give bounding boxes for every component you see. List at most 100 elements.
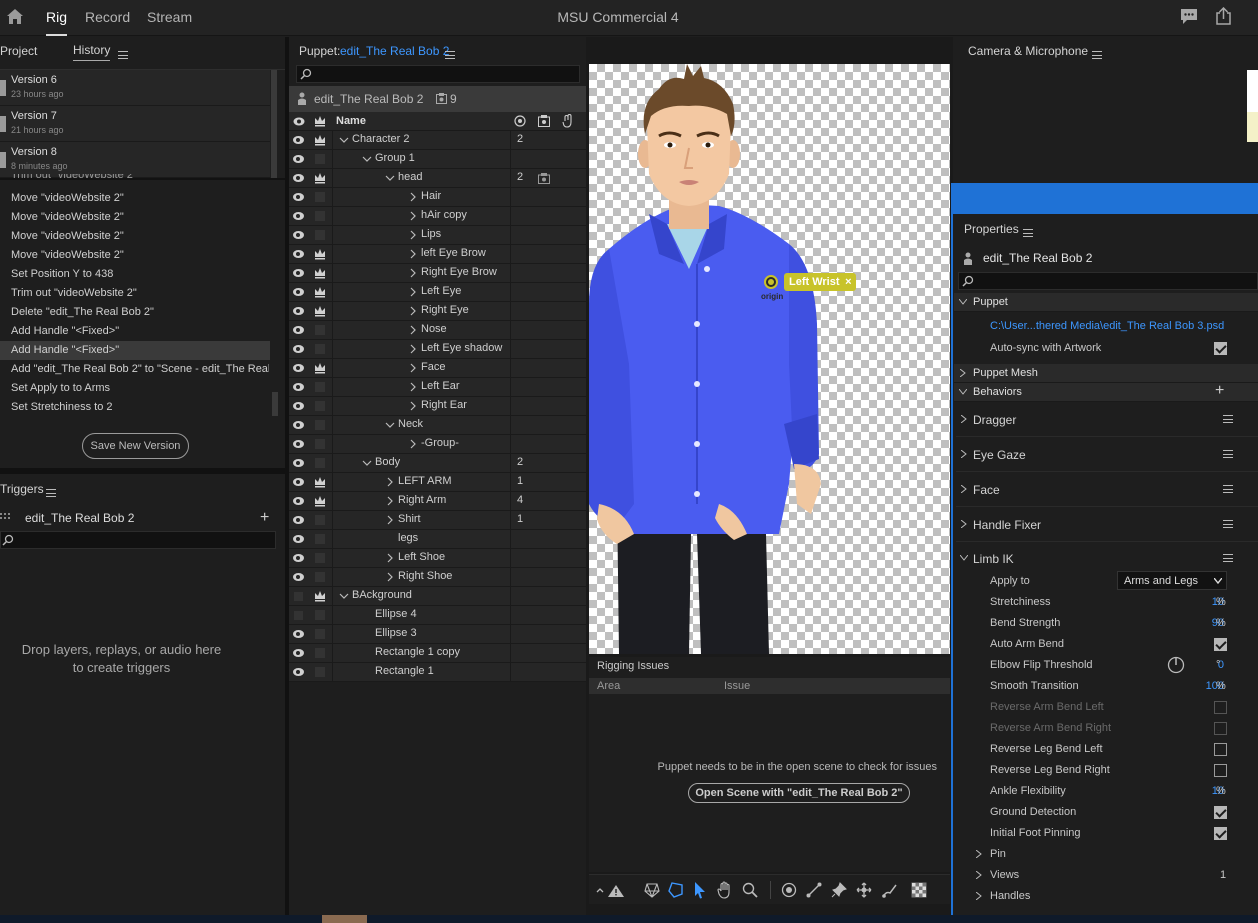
history-item[interactable]: Move "videoWebsite 2" — [11, 208, 269, 227]
chevron-down-icon[interactable] — [384, 172, 396, 184]
visibility-eye-icon[interactable] — [293, 668, 304, 676]
save-new-version-button[interactable]: Save New Version — [82, 433, 189, 459]
pin-tool-icon[interactable] — [831, 882, 847, 898]
splitter[interactable] — [0, 468, 285, 474]
chevron-down-icon[interactable] — [338, 590, 350, 602]
version-item[interactable]: Version 7 21 hours ago — [0, 106, 270, 142]
open-scene-button[interactable]: Open Scene with "edit_The Real Bob 2" — [688, 783, 910, 803]
tab-record[interactable]: Record — [85, 0, 130, 36]
crown-icon[interactable] — [314, 305, 326, 317]
history-item[interactable]: Set Apply to to Arms — [11, 379, 269, 398]
views-row[interactable]: Views 1 — [956, 865, 1258, 886]
chevron-down-icon[interactable] — [338, 134, 350, 146]
visibility-eye-icon[interactable] — [293, 497, 304, 505]
visibility-eye-icon[interactable] — [293, 155, 304, 163]
history-item-partial[interactable]: Trim out "videoWebsite 2" — [11, 174, 269, 186]
chevron-down-icon[interactable] — [361, 153, 373, 165]
left-wrist-handle-tag[interactable]: Left Wrist × — [784, 273, 856, 291]
layer-row[interactable]: Group 1 — [289, 150, 586, 169]
independent-icon[interactable] — [538, 173, 550, 184]
visibility-eye-icon[interactable] — [293, 554, 304, 562]
history-item[interactable]: Delete "edit_The Real Bob 2" — [11, 303, 269, 322]
layer-row[interactable]: Left Eye — [289, 283, 586, 302]
crown-toggle-empty[interactable] — [315, 572, 325, 582]
puppet-canvas[interactable]: origin Left Wrist × — [589, 64, 950, 654]
chevron-right-icon[interactable] — [407, 400, 419, 412]
layer-row[interactable]: Right Arm 4 — [289, 492, 586, 511]
chevron-right-icon[interactable] — [407, 343, 419, 355]
chevron-right-icon[interactable] — [384, 476, 396, 488]
crown-toggle-empty[interactable] — [315, 211, 325, 221]
section-behaviors[interactable]: Behaviors + — [954, 382, 1258, 402]
mesh-tool-icon[interactable] — [644, 882, 660, 898]
visibility-eye-icon[interactable] — [293, 402, 304, 410]
layer-row[interactable]: Right Shoe — [289, 568, 586, 587]
chevron-right-icon[interactable] — [407, 191, 419, 203]
behavior-menu-icon[interactable] — [1223, 520, 1233, 528]
behavior-item[interactable]: Handle Fixer — [956, 507, 1258, 542]
chevron-right-icon[interactable] — [384, 495, 396, 507]
history-item[interactable]: Move "videoWebsite 2" — [11, 227, 269, 246]
camera-menu-icon[interactable] — [1092, 50, 1102, 59]
layer-row[interactable]: Right Eye Brow — [289, 264, 586, 283]
layer-row[interactable]: Face — [289, 359, 586, 378]
crown-toggle-empty[interactable] — [315, 382, 325, 392]
crown-icon[interactable] — [314, 590, 326, 602]
crown-icon[interactable] — [314, 362, 326, 374]
visibility-off-box[interactable] — [294, 592, 303, 601]
visibility-eye-icon[interactable] — [293, 364, 304, 372]
visibility-eye-icon[interactable] — [293, 288, 304, 296]
warning-icon[interactable] — [596, 884, 626, 898]
feedback-icon[interactable] — [1180, 8, 1198, 25]
visibility-eye-icon[interactable] — [293, 269, 304, 277]
visibility-eye-icon[interactable] — [293, 250, 304, 258]
behavior-item[interactable]: Face — [956, 472, 1258, 507]
visibility-eye-icon[interactable] — [293, 535, 304, 543]
crown-toggle-empty[interactable] — [315, 325, 325, 335]
handles-row[interactable]: Handles — [956, 886, 1258, 907]
auto-arm-bend-checkbox[interactable] — [1214, 638, 1227, 651]
visibility-eye-icon[interactable] — [293, 345, 304, 353]
puppet-name-link[interactable]: edit_The Real Bob 2 — [340, 44, 449, 58]
crown-icon[interactable] — [314, 476, 326, 488]
history-item[interactable]: Move "videoWebsite 2" — [11, 189, 269, 208]
add-behavior-icon[interactable]: + — [1215, 382, 1224, 400]
crown-toggle-empty[interactable] — [315, 648, 325, 658]
pin-row[interactable]: Pin — [956, 844, 1258, 865]
origin-tool-icon[interactable] — [781, 882, 797, 898]
home-icon[interactable] — [6, 8, 24, 25]
visibility-eye-icon[interactable] — [293, 136, 304, 144]
layer-row[interactable]: BAckground — [289, 587, 586, 606]
crown-icon[interactable] — [314, 172, 326, 184]
chevron-right-icon[interactable] — [407, 362, 419, 374]
layer-row[interactable]: Ellipse 3 — [289, 625, 586, 644]
layer-row[interactable]: Lips — [289, 226, 586, 245]
layer-row[interactable]: Neck — [289, 416, 586, 435]
crown-toggle-empty[interactable] — [315, 420, 325, 430]
behavior-item[interactable]: Eye Gaze — [956, 437, 1258, 472]
crown-toggle-empty[interactable] — [315, 401, 325, 411]
crown-toggle-empty[interactable] — [315, 192, 325, 202]
chevron-right-icon[interactable] — [384, 552, 396, 564]
chevron-down-icon[interactable] — [384, 419, 396, 431]
history-scrollbar[interactable] — [272, 392, 278, 416]
tab-rig[interactable]: Rig — [46, 0, 68, 36]
properties-menu-icon[interactable] — [1023, 228, 1033, 237]
layer-row[interactable]: Right Ear — [289, 397, 586, 416]
chevron-right-icon[interactable] — [407, 438, 419, 450]
crown-toggle-empty[interactable] — [315, 344, 325, 354]
chevron-right-icon[interactable] — [407, 267, 419, 279]
crown-toggle-empty[interactable] — [315, 458, 325, 468]
autosync-checkbox[interactable] — [1214, 342, 1227, 355]
chevron-right-icon[interactable] — [407, 305, 419, 317]
layer-row[interactable]: Body 2 — [289, 454, 586, 473]
zoom-tool-icon[interactable] — [742, 882, 758, 898]
dial-icon[interactable] — [1167, 656, 1185, 674]
reverse-arm-right-checkbox[interactable] — [1214, 722, 1227, 735]
history-item[interactable]: Set Stretchiness to 2 — [11, 398, 269, 417]
history-item[interactable]: Add "edit_The Real Bob 2" to "Scene - ed… — [11, 360, 269, 379]
ground-detection-checkbox[interactable] — [1214, 806, 1227, 819]
visibility-eye-icon[interactable] — [293, 383, 304, 391]
tab-history[interactable]: History — [73, 37, 111, 61]
share-icon[interactable] — [1215, 7, 1232, 25]
